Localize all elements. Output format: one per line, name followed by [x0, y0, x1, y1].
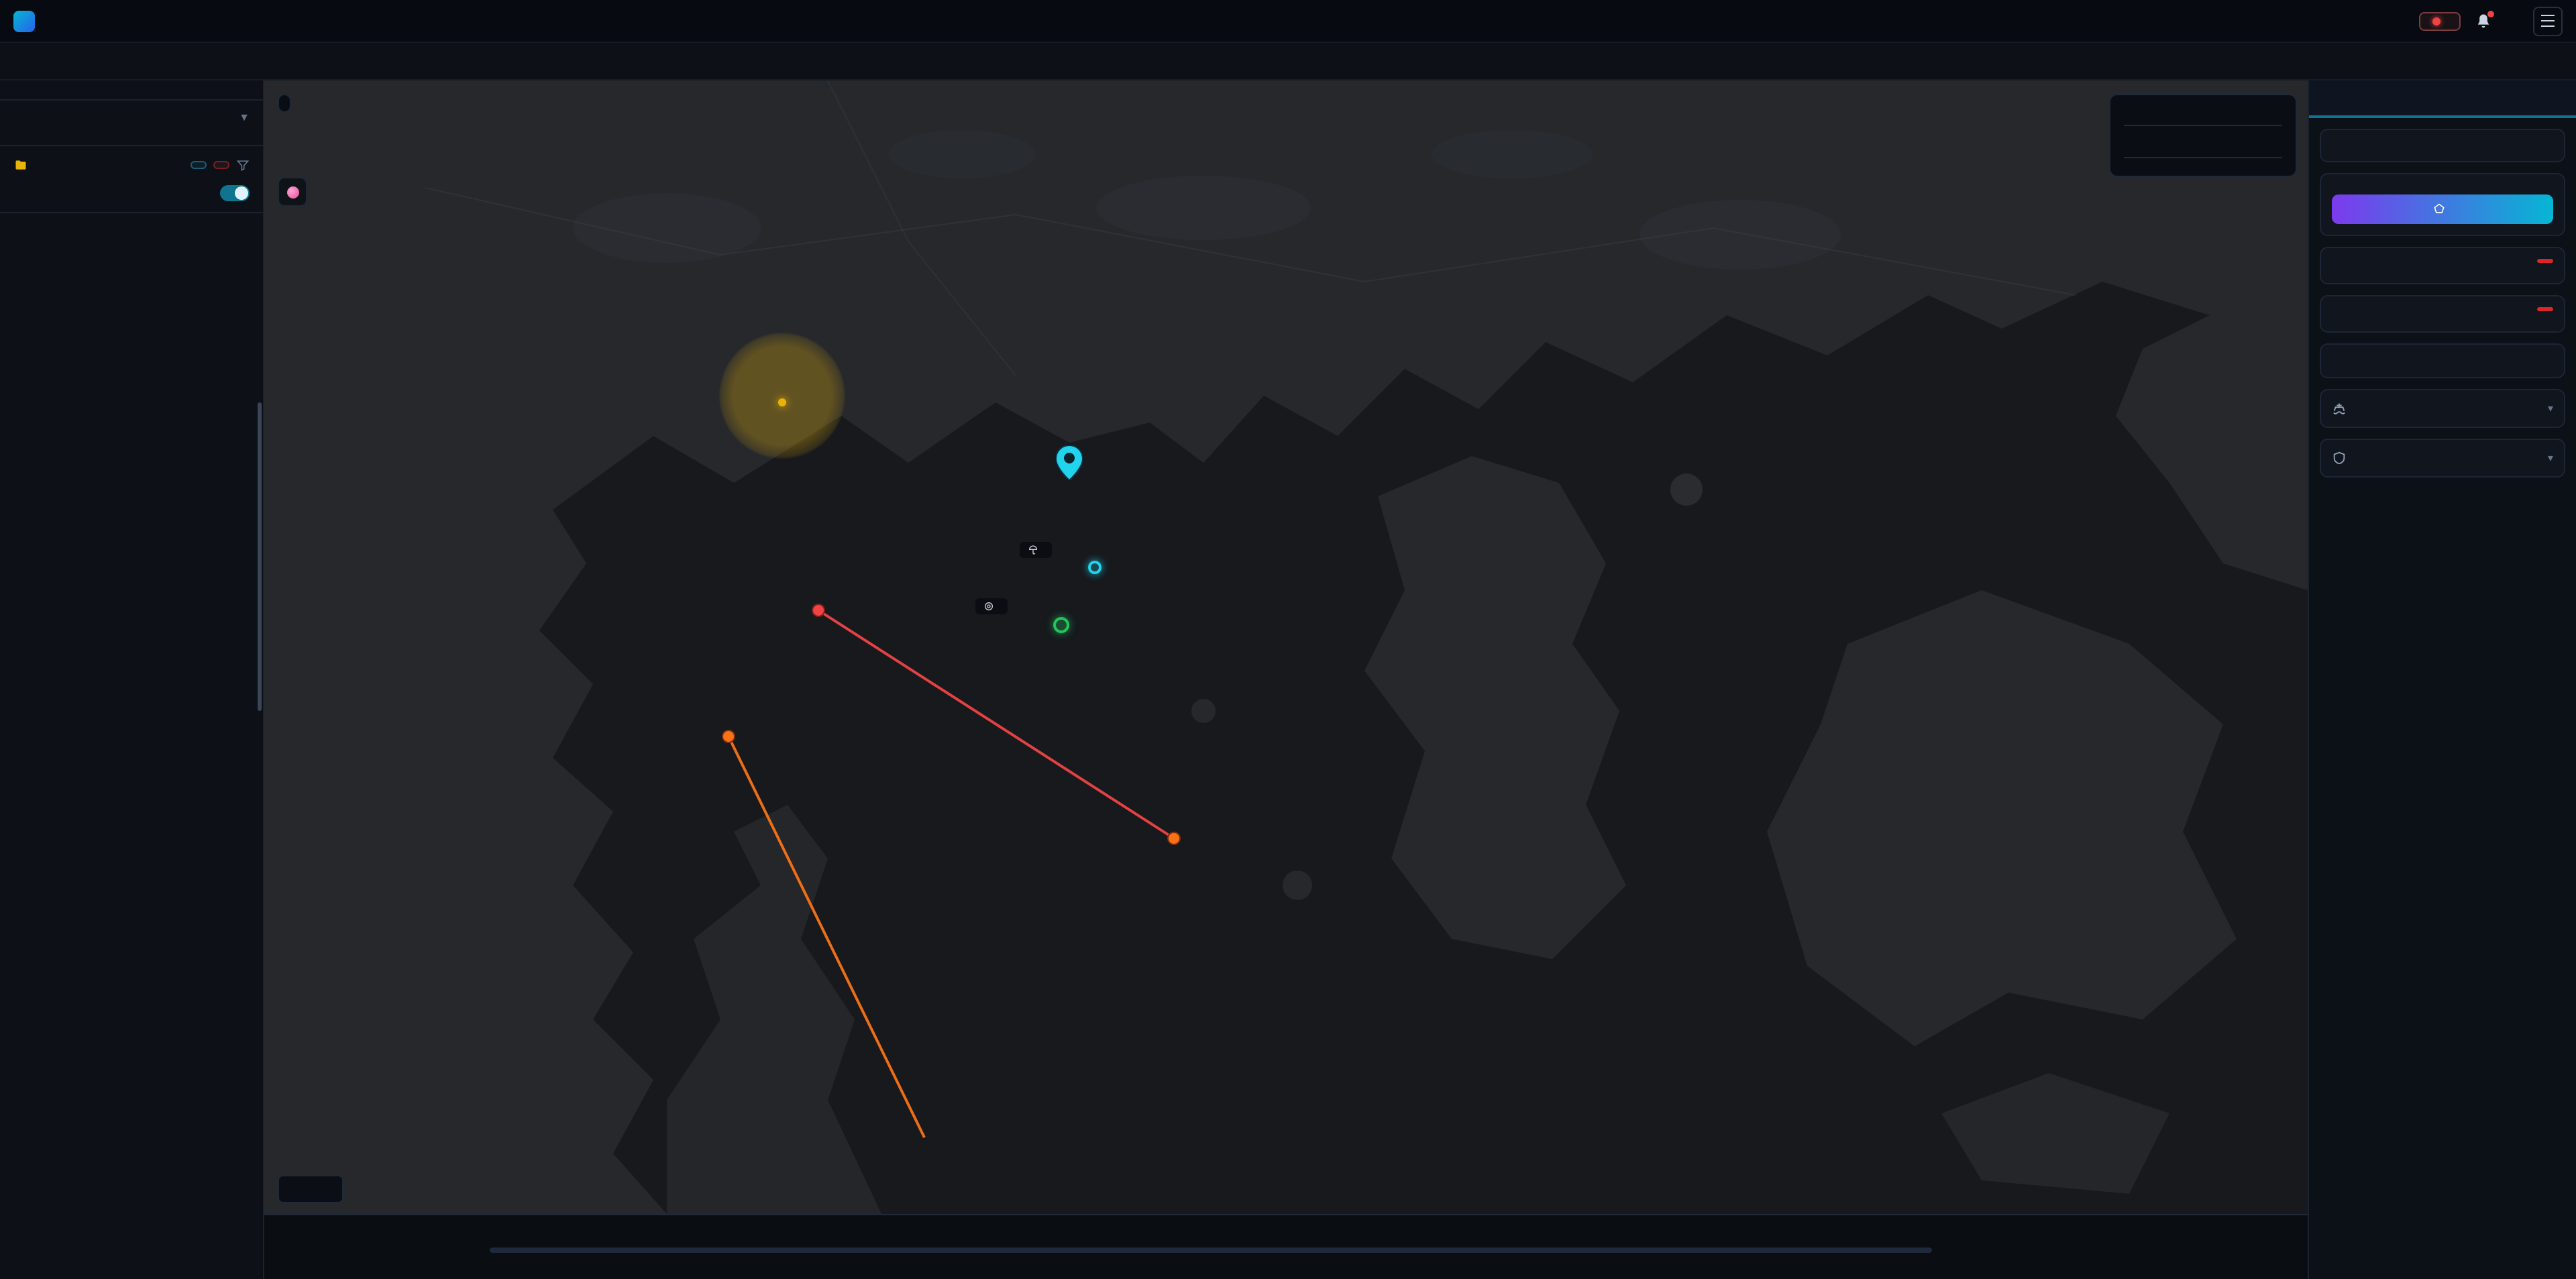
aquafarm-icon	[983, 601, 994, 612]
farm-marker-dot[interactable]	[1053, 617, 1069, 633]
incident-info	[0, 89, 263, 101]
map-legend	[2109, 94, 2297, 177]
beach-annotation[interactable]	[1020, 542, 1052, 558]
ship-icon	[2332, 401, 2347, 416]
danger-badge	[2537, 259, 2553, 263]
hamburger-menu-icon[interactable]	[2533, 6, 2563, 36]
master-layer-row	[0, 180, 263, 213]
oil-fence-layer	[264, 80, 2308, 1214]
weather-info-box	[278, 94, 291, 113]
folder-icon	[13, 158, 28, 172]
timeline-track-wrap	[490, 1223, 1932, 1272]
all-layers-on-button[interactable]	[191, 161, 207, 169]
weathering-card	[2320, 343, 2565, 378]
protected-zone-center-dot	[778, 398, 786, 406]
forecast-summary-card	[2320, 295, 2565, 333]
pollution-analysis-card	[2320, 173, 2565, 236]
filter-funnel-icon[interactable]	[236, 158, 250, 172]
map-area[interactable]	[264, 80, 2308, 1279]
legend-mode-note	[2124, 114, 2282, 118]
bell-alert-dot	[2487, 10, 2494, 17]
panel-body: ▾ ▾	[2309, 118, 2576, 1261]
chevron-down-icon: ▾	[2548, 452, 2553, 464]
notification-bell-icon[interactable]	[2474, 11, 2493, 30]
tab-bar	[0, 43, 2576, 80]
layer-list	[0, 213, 263, 232]
logo-icon	[13, 10, 35, 32]
polygon-analysis-button[interactable]	[2332, 194, 2553, 224]
content: ▼	[0, 80, 2576, 1279]
chevron-down-icon: ▼	[239, 111, 250, 123]
master-layer-toggle[interactable]	[220, 185, 250, 201]
danger-badge	[2537, 307, 2553, 311]
owner-insurance-section[interactable]: ▾	[2320, 439, 2565, 478]
fence-endpoint[interactable]	[1168, 832, 1180, 844]
farm-annotation[interactable]	[975, 598, 1008, 614]
chevron-down-icon: ▾	[2548, 402, 2553, 414]
shield-icon	[2332, 451, 2347, 465]
panel-actions	[2309, 1261, 2576, 1279]
fence-endpoint[interactable]	[812, 604, 824, 616]
top-nav	[0, 0, 2576, 43]
impact-section-header[interactable]: ▼	[0, 101, 263, 131]
incident-status-badge	[2419, 11, 2461, 30]
timeline-bar	[264, 1214, 2308, 1279]
oil-fence-line-emergency[interactable]	[818, 610, 1174, 838]
incident-location-pin[interactable]	[1056, 445, 1083, 480]
incident-point-icon	[2124, 136, 2135, 147]
timeline-track[interactable]	[490, 1247, 1932, 1253]
map-style-toggle-button[interactable]	[278, 177, 307, 207]
display-control-card	[2320, 129, 2565, 162]
app-root: ▼	[0, 0, 2576, 1279]
beach-icon	[1028, 545, 1038, 555]
protected-zone-circle	[719, 333, 845, 459]
oil-fence-line-important[interactable]	[729, 736, 924, 1137]
ship-spec-section[interactable]: ▾	[2320, 389, 2565, 428]
panel-title	[2309, 80, 2576, 118]
beach-marker-dot[interactable]	[1088, 561, 1102, 574]
polygon-icon	[2432, 203, 2445, 216]
map-style-icon	[286, 186, 299, 198]
legend-incident	[2124, 133, 2282, 150]
sidebar-scrollbar[interactable]	[258, 402, 262, 711]
all-layers-off-button[interactable]	[213, 161, 229, 169]
layers-header	[0, 146, 263, 180]
fence-endpoint[interactable]	[722, 730, 735, 742]
map-coordinates	[278, 1175, 343, 1203]
nav-right	[2419, 6, 2563, 36]
pollution-status-card	[2320, 247, 2565, 284]
app-logo	[13, 10, 43, 32]
status-dot-icon	[2432, 17, 2440, 25]
sidebar: ▼	[0, 80, 264, 1279]
summary-panel: ▾ ▾	[2308, 80, 2576, 1279]
impact-empty-text	[0, 131, 263, 146]
